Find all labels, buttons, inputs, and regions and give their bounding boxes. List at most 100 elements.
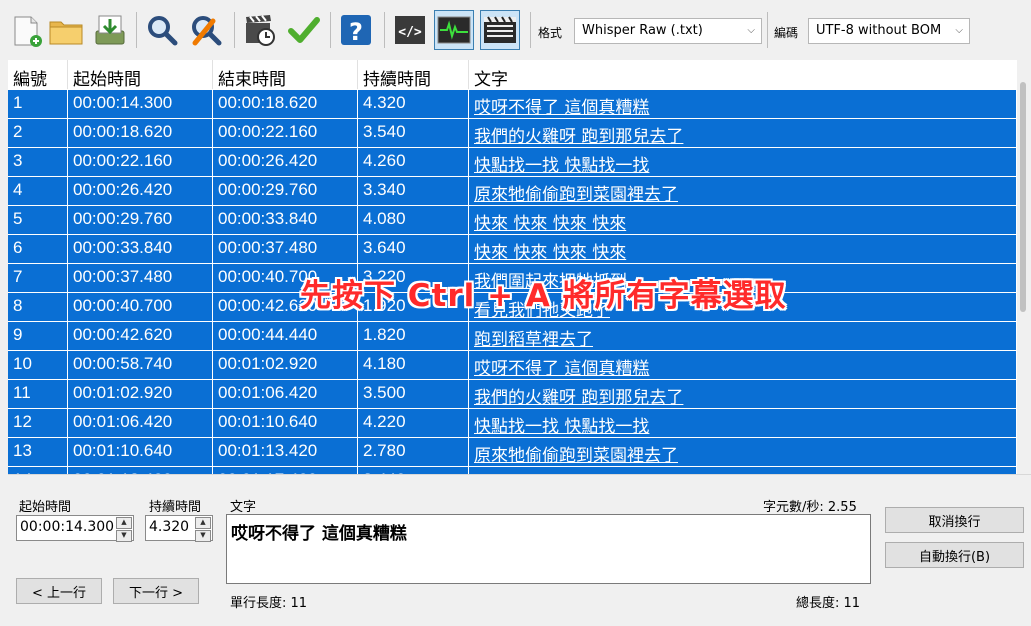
column-header-start[interactable]: 起始時間: [68, 60, 213, 90]
cell-text[interactable]: 哎呀不得了 這個真糟糕: [469, 90, 1016, 119]
save-icon[interactable]: [90, 10, 130, 50]
cell-end[interactable]: 00:00:22.160: [213, 119, 358, 148]
table-row[interactable]: 6 00:00:33.840 00:00:37.480 3.640 快來 快來 快來 快…: [8, 235, 1016, 264]
cell-start[interactable]: 00:00:42.620: [68, 322, 213, 351]
replace-icon[interactable]: [186, 10, 226, 50]
cell-number[interactable]: 3: [8, 148, 68, 177]
cell-end[interactable]: 00:00:29.760: [213, 177, 358, 206]
format-select[interactable]: Whisper Raw (.txt) ⌵: [574, 18, 762, 44]
column-header-text[interactable]: 文字: [469, 60, 1016, 90]
cell-text[interactable]: 快來 快來 快來 快來: [469, 206, 1016, 235]
table-row[interactable]: 5 00:00:29.760 00:00:33.840 4.080 快來 快來 快來 快…: [8, 206, 1016, 235]
cell-start[interactable]: 00:00:37.480: [68, 264, 213, 293]
cell-duration[interactable]: 4.220: [358, 409, 469, 438]
table-row[interactable]: 3 00:00:22.160 00:00:26.420 4.260 快點找一找 快點找一…: [8, 148, 1016, 177]
cell-number[interactable]: 13: [8, 438, 68, 467]
cell-start[interactable]: 00:00:14.300: [68, 90, 213, 119]
cell-end[interactable]: 00:01:02.920: [213, 351, 358, 380]
cell-text[interactable]: 快點找一找 快點找一找: [469, 148, 1016, 177]
cell-end[interactable]: 00:00:18.620: [213, 90, 358, 119]
cell-start[interactable]: 00:01:13.420: [68, 467, 213, 474]
cell-start[interactable]: 00:00:58.740: [68, 351, 213, 380]
video-sync-icon[interactable]: [240, 10, 280, 50]
auto-break-button[interactable]: 自動換行(B): [885, 542, 1024, 568]
cell-start[interactable]: 00:00:26.420: [68, 177, 213, 206]
cell-text[interactable]: 跑到稻草裡去了: [469, 322, 1016, 351]
cell-end[interactable]: 00:00:37.480: [213, 235, 358, 264]
cell-number[interactable]: 11: [8, 380, 68, 409]
cell-duration[interactable]: 4.080: [358, 206, 469, 235]
table-row[interactable]: 9 00:00:42.620 00:00:44.440 1.820 跑到稻草裡去了: [8, 322, 1016, 351]
cell-text[interactable]: 原來牠偷偷跑到菜園裡去了: [469, 177, 1016, 206]
next-line-button[interactable]: 下一行 >: [113, 578, 199, 604]
duration-spinner[interactable]: ▲ ▼: [195, 517, 211, 542]
cell-duration[interactable]: 4.260: [358, 148, 469, 177]
cell-end[interactable]: 00:01:17.420: [213, 467, 358, 474]
cell-number[interactable]: 1: [8, 90, 68, 119]
cell-text[interactable]: 快來 快來 快來 快來: [469, 467, 1016, 474]
cell-end[interactable]: 00:00:26.420: [213, 148, 358, 177]
table-row[interactable]: 1400:01:13.42000:01:17.4203.440快來 快來 快來 …: [8, 467, 1016, 474]
cell-start[interactable]: 00:00:18.620: [68, 119, 213, 148]
cell-start[interactable]: 00:00:40.700: [68, 293, 213, 322]
previous-line-button[interactable]: < 上一行: [16, 578, 102, 604]
spin-up-icon[interactable]: ▲: [116, 517, 132, 529]
cell-start[interactable]: 00:01:10.640: [68, 438, 213, 467]
help-icon[interactable]: ?: [336, 10, 376, 50]
column-header-number[interactable]: 編號: [8, 60, 68, 90]
cell-start[interactable]: 00:01:02.920: [68, 380, 213, 409]
cell-end[interactable]: 00:01:10.640: [213, 409, 358, 438]
cell-text[interactable]: 哎呀不得了 這個真糟糕: [469, 351, 1016, 380]
cell-number[interactable]: 4: [8, 177, 68, 206]
cell-number[interactable]: 8: [8, 293, 68, 322]
spin-up-icon[interactable]: ▲: [195, 517, 211, 529]
table-row[interactable]: 10 00:00:58.740 00:01:02.920 4.180 哎呀不得了 這個真…: [8, 351, 1016, 380]
cell-number[interactable]: 6: [8, 235, 68, 264]
column-header-duration[interactable]: 持續時間: [358, 60, 469, 90]
unbreak-button[interactable]: 取消換行: [885, 507, 1024, 533]
table-row[interactable]: 4 00:00:26.420 00:00:29.760 3.340 原來牠偷偷跑到菜園裡…: [8, 177, 1016, 206]
cell-start[interactable]: 00:00:22.160: [68, 148, 213, 177]
subtitle-text-editor[interactable]: 哎呀不得了 這個真糟糕: [226, 514, 871, 584]
vertical-scrollbar[interactable]: [1017, 60, 1031, 474]
cell-start[interactable]: 00:00:29.760: [68, 206, 213, 235]
cell-text[interactable]: 快點找一找 快點找一找: [469, 409, 1016, 438]
cell-duration[interactable]: 4.180: [358, 351, 469, 380]
cell-end[interactable]: 00:01:06.420: [213, 380, 358, 409]
spin-down-icon[interactable]: ▼: [195, 530, 211, 542]
cell-end[interactable]: 00:01:13.420: [213, 438, 358, 467]
cell-number[interactable]: 12: [8, 409, 68, 438]
source-view-icon[interactable]: </>: [390, 10, 430, 50]
open-folder-icon[interactable]: [46, 10, 86, 50]
spell-check-icon[interactable]: [284, 10, 324, 50]
cell-number[interactable]: 2: [8, 119, 68, 148]
cell-duration[interactable]: 3.640: [358, 235, 469, 264]
cell-duration[interactable]: 4.320: [358, 90, 469, 119]
video-preview-icon[interactable]: [480, 10, 520, 50]
cell-start[interactable]: 00:00:33.840: [68, 235, 213, 264]
subtitle-grid[interactable]: 編號 起始時間 結束時間 持續時間 文字 1 00:00:14.300 00:00:…: [8, 60, 1031, 475]
cell-number[interactable]: 14: [8, 467, 68, 474]
scrollbar-thumb[interactable]: [1020, 82, 1026, 312]
cell-duration[interactable]: 3.340: [358, 177, 469, 206]
table-row[interactable]: 12 00:01:06.420 00:01:10.640 4.220 快點找一找 快點找…: [8, 409, 1016, 438]
cell-text[interactable]: 原來牠偷偷跑到菜園裡去了: [469, 438, 1016, 467]
search-icon[interactable]: [142, 10, 182, 50]
cell-text[interactable]: 我們的火雞呀 跑到那兒去了: [469, 380, 1016, 409]
table-row[interactable]: 11 00:01:02.920 00:01:06.420 3.500 我們的火雞呀 跑到…: [8, 380, 1016, 409]
waveform-icon[interactable]: [434, 10, 474, 50]
column-header-end[interactable]: 結束時間: [213, 60, 358, 90]
start-time-spinner[interactable]: ▲ ▼: [116, 517, 132, 542]
cell-duration[interactable]: 3.440: [358, 467, 469, 474]
cell-duration[interactable]: 1.820: [358, 322, 469, 351]
table-row[interactable]: 2 00:00:18.620 00:00:22.160 3.540 我們的火雞呀 跑到那…: [8, 119, 1016, 148]
cell-number[interactable]: 10: [8, 351, 68, 380]
cell-duration[interactable]: 2.780: [358, 438, 469, 467]
start-time-input[interactable]: 00:00:14.300 ▲ ▼: [16, 515, 134, 542]
cell-number[interactable]: 9: [8, 322, 68, 351]
spin-down-icon[interactable]: ▼: [116, 530, 132, 542]
cell-text[interactable]: 我們的火雞呀 跑到那兒去了: [469, 119, 1016, 148]
duration-input[interactable]: 4.320 ▲ ▼: [145, 515, 213, 542]
table-row[interactable]: 13 00:01:10.640 00:01:13.420 2.780 原來牠偷偷跑到菜園…: [8, 438, 1016, 467]
cell-number[interactable]: 5: [8, 206, 68, 235]
